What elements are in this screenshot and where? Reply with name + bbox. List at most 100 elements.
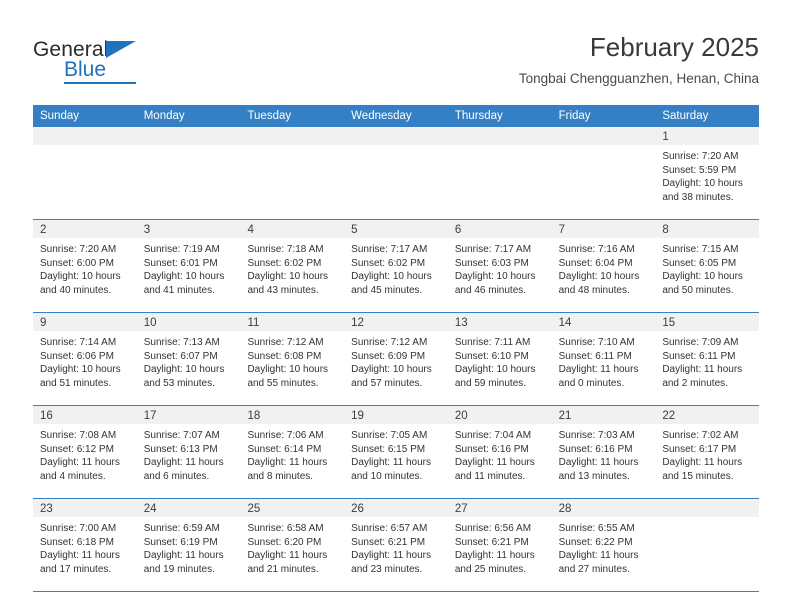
day-number: 19 — [351, 410, 364, 422]
calendar-day-cell[interactable]: 13 Sunrise: 7:11 AM Sunset: 6:10 PM Dayligh… — [447, 313, 552, 405]
calendar-day-cell[interactable]: 4 Sunrise: 7:18 AM Sunset: 6:02 PM Daylight… — [240, 220, 345, 312]
sunset-text: Sunset: 6:14 PM — [247, 443, 322, 455]
calendar-day-cell[interactable]: 21 Sunrise: 7:03 AM Sunset: 6:16 PM Dayligh… — [551, 406, 656, 498]
daylight-text: Daylight: 11 hours and 10 minutes. — [351, 457, 432, 482]
daylight-text: Daylight: 11 hours and 0 minutes. — [558, 364, 639, 389]
sunrise-text: Sunrise: 7:03 AM — [558, 430, 635, 441]
calendar-day-cell[interactable]: 12 Sunrise: 7:12 AM Sunset: 6:09 PM Dayligh… — [344, 313, 448, 405]
calendar-day-cell[interactable]: 2 Sunrise: 7:20 AM Sunset: 6:00 PM Daylight… — [33, 220, 137, 312]
calendar-day-cell[interactable]: 22 Sunrise: 7:02 AM Sunset: 6:17 PM Dayligh… — [655, 406, 760, 498]
calendar-day-cell[interactable]: 20 Sunrise: 7:04 AM Sunset: 6:16 PM Dayligh… — [447, 406, 552, 498]
calendar-day-cell[interactable]: 19 Sunrise: 7:05 AM Sunset: 6:15 PM Dayligh… — [344, 406, 448, 498]
day-sun-info: Sunrise: 6:55 AM Sunset: 6:22 PM Daylight:… — [552, 517, 656, 576]
calendar-day-cell[interactable]: 9 Sunrise: 7:14 AM Sunset: 6:06 PM Daylight… — [33, 313, 137, 405]
calendar-day-cell[interactable]: 7 Sunrise: 7:16 AM Sunset: 6:04 PM Daylight… — [551, 220, 656, 312]
day-sun-info: Sunrise: 7:05 AM Sunset: 6:15 PM Daylight:… — [344, 424, 448, 483]
sunrise-text: Sunrise: 6:57 AM — [351, 523, 428, 534]
sunset-text: Sunset: 6:17 PM — [662, 443, 737, 455]
sunset-text: Sunset: 6:20 PM — [247, 536, 322, 548]
calendar-day-cell[interactable]: 11 Sunrise: 7:12 AM Sunset: 6:08 PM Dayligh… — [240, 313, 345, 405]
calendar-day-cell[interactable]: 25 Sunrise: 6:58 AM Sunset: 6:20 PM Dayligh… — [240, 499, 345, 591]
day-sun-info: Sunrise: 7:17 AM Sunset: 6:02 PM Daylight:… — [344, 238, 448, 297]
day-number: 28 — [558, 503, 572, 515]
calendar-day-cell[interactable]: 3 Sunrise: 7:19 AM Sunset: 6:01 PM Daylight… — [136, 220, 241, 312]
sunset-text: Sunset: 6:22 PM — [558, 536, 633, 548]
day-sun-info: Sunrise: 7:08 AM Sunset: 6:12 PM Daylight:… — [33, 424, 137, 483]
logo-underline — [64, 82, 136, 84]
calendar-day-cell[interactable]: 23 Sunrise: 7:00 AM Sunset: 6:18 PM Dayligh… — [33, 499, 137, 591]
calendar-day-cell[interactable]: 10 Sunrise: 7:13 AM Sunset: 6:07 PM Dayligh… — [136, 313, 241, 405]
daylight-text: Daylight: 10 hours and 53 minutes. — [143, 364, 225, 389]
day-sun-info: Sunrise: 7:11 AM Sunset: 6:10 PM Daylight:… — [448, 331, 552, 390]
day-number-band: 16 — [33, 406, 137, 424]
sunrise-text: Sunrise: 7:02 AM — [662, 430, 739, 441]
calendar-day-cell[interactable]: 26 Sunrise: 6:57 AM Sunset: 6:21 PM Dayligh… — [344, 499, 448, 591]
page-title: February 2025 — [589, 32, 759, 62]
sunrise-text: Sunrise: 7:18 AM — [247, 244, 324, 255]
day-sun-info: Sunrise: 7:03 AM Sunset: 6:16 PM Daylight:… — [552, 424, 656, 483]
day-number: 10 — [143, 317, 157, 329]
calendar-day-cell[interactable]: 8 Sunrise: 7:15 AM Sunset: 6:05 PM Daylight… — [655, 220, 760, 312]
day-number-band: 25 — [240, 499, 345, 517]
title-block: February 2025 Tongbai Chengguanzhen, Hen… — [519, 30, 759, 89]
day-sun-info: Sunrise: 7:04 AM Sunset: 6:16 PM Daylight:… — [448, 424, 552, 483]
calendar-day-cell[interactable]: 16 Sunrise: 7:08 AM Sunset: 6:12 PM Dayligh… — [33, 406, 137, 498]
daylight-text: Daylight: 11 hours and 4 minutes. — [40, 457, 120, 482]
day-number: 9 — [40, 317, 47, 329]
day-number-band: 3 — [136, 220, 241, 238]
sunrise-text: Sunrise: 7:14 AM — [40, 337, 117, 348]
calendar-day-cell[interactable]: 17 Sunrise: 7:07 AM Sunset: 6:13 PM Dayligh… — [136, 406, 241, 498]
daylight-text: Daylight: 11 hours and 2 minutes. — [662, 364, 743, 389]
weekday-header-sunday: Sunday — [40, 110, 80, 122]
day-number: 27 — [454, 503, 468, 515]
logo-triangle-icon — [106, 41, 136, 58]
sunset-text: Sunset: 5:59 PM — [662, 164, 737, 176]
calendar-day-cell[interactable]: 24 Sunrise: 6:59 AM Sunset: 6:19 PM Dayligh… — [136, 499, 241, 591]
day-sun-info: Sunrise: 6:56 AM Sunset: 6:21 PM Daylight:… — [448, 517, 552, 576]
day-number-band: 14 — [551, 313, 656, 331]
logo-text-blue: Blue — [64, 58, 107, 81]
day-sun-info: Sunrise: 6:59 AM Sunset: 6:19 PM Daylight:… — [137, 517, 241, 576]
day-number-band: 27 — [447, 499, 552, 517]
calendar-day-cell[interactable]: 14 Sunrise: 7:10 AM Sunset: 6:11 PM Dayligh… — [551, 313, 656, 405]
day-sun-info: Sunrise: 7:14 AM Sunset: 6:06 PM Daylight:… — [33, 331, 137, 390]
calendar-grid: Sunday Monday Tuesday Wednesday Thursday… — [33, 105, 760, 592]
daylight-text: Daylight: 10 hours and 43 minutes. — [247, 271, 329, 296]
day-number-band: 23 — [33, 499, 137, 517]
sunset-text: Sunset: 6:11 PM — [558, 350, 632, 362]
day-sun-info: Sunrise: 6:57 AM Sunset: 6:21 PM Daylight:… — [344, 517, 448, 576]
day-number-band: 18 — [240, 406, 345, 424]
day-number-band: 28 — [551, 499, 656, 517]
calendar-day-cell[interactable]: 6 Sunrise: 7:17 AM Sunset: 6:03 PM Daylight… — [447, 220, 552, 312]
calendar-day-cell[interactable]: 5 Sunrise: 7:17 AM Sunset: 6:02 PM Daylight… — [344, 220, 448, 312]
calendar-week-row: 1 Sunrise: 7:20 AM Sunset: 5:59 PM Daylight… — [33, 127, 760, 220]
sunset-text: Sunset: 6:01 PM — [143, 257, 218, 269]
day-number-band: 13 — [447, 313, 552, 331]
sunrise-text: Sunrise: 7:10 AM — [558, 337, 635, 348]
sunset-text: Sunset: 6:16 PM — [558, 443, 633, 455]
sunrise-text: Sunrise: 7:06 AM — [247, 430, 324, 441]
calendar-day-cell[interactable]: 28 Sunrise: 6:55 AM Sunset: 6:22 PM Dayligh… — [551, 499, 656, 591]
calendar-day-cell[interactable]: 27 Sunrise: 6:56 AM Sunset: 6:21 PM Dayligh… — [447, 499, 552, 591]
calendar-day-cell[interactable]: 18 Sunrise: 7:06 AM Sunset: 6:14 PM Dayligh… — [240, 406, 345, 498]
daylight-text: Daylight: 11 hours and 8 minutes. — [247, 457, 328, 482]
daylight-text: Daylight: 11 hours and 6 minutes. — [143, 457, 224, 482]
general-blue-logo[interactable]: General Blue — [33, 38, 223, 86]
day-number-band: 2 — [33, 220, 137, 238]
day-number-band: 21 — [551, 406, 656, 424]
daylight-text: Daylight: 10 hours and 38 minutes. — [662, 178, 743, 203]
page-header: General Blue February 2025 Tongbai Cheng… — [33, 30, 759, 100]
calendar-week-row: 9 Sunrise: 7:14 AM Sunset: 6:06 PM Daylight… — [33, 313, 760, 406]
sunrise-text: Sunrise: 7:15 AM — [662, 244, 739, 255]
daylight-text: Daylight: 11 hours and 17 minutes. — [40, 550, 120, 575]
day-number: 13 — [454, 317, 468, 329]
calendar-day-cell[interactable]: 15 Sunrise: 7:09 AM Sunset: 6:11 PM Dayligh… — [655, 313, 760, 405]
sunset-text: Sunset: 6:00 PM — [40, 257, 114, 269]
daylight-text: Daylight: 11 hours and 19 minutes. — [143, 550, 224, 575]
daylight-text: Daylight: 11 hours and 27 minutes. — [558, 550, 639, 575]
day-number-band: 20 — [447, 406, 552, 424]
sunrise-text: Sunrise: 7:17 AM — [351, 244, 428, 255]
day-sun-info: Sunrise: 7:18 AM Sunset: 6:02 PM Daylight:… — [240, 238, 344, 297]
sunset-text: Sunset: 6:06 PM — [40, 350, 114, 362]
calendar-day-cell[interactable]: 1 Sunrise: 7:20 AM Sunset: 5:59 PM Daylight… — [655, 127, 760, 219]
